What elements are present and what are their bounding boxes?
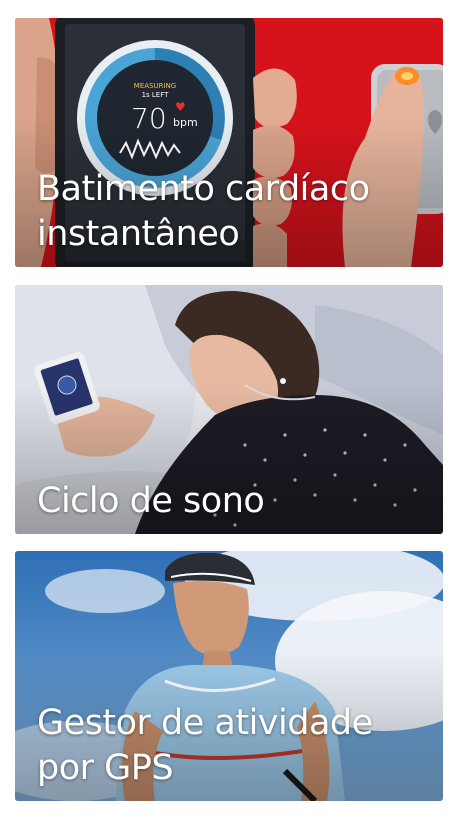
feature-list: MEASURING 1s LEFT 70 ♥ bpm Batimento car… <box>0 0 460 818</box>
title-line-2: por GPS <box>37 748 174 788</box>
title-line-2: instantâneo <box>37 214 240 254</box>
card-title-sleep-cycle: Ciclo de sono <box>37 479 429 524</box>
feature-card-gps-tracker[interactable]: Gestor de atividade por GPS <box>15 551 443 801</box>
meter-status: MEASURING <box>133 82 177 90</box>
meter-timer: 1s LEFT <box>141 91 169 99</box>
feature-card-sleep-cycle[interactable]: Ciclo de sono <box>15 285 443 534</box>
card-title-heart-rate: Batimento cardíaco instantâneo <box>37 167 429 257</box>
title-line-1: Gestor de atividade <box>37 703 373 743</box>
feature-card-heart-rate[interactable]: MEASURING 1s LEFT 70 ♥ bpm Batimento car… <box>15 18 443 267</box>
title-line-1: Ciclo de sono <box>37 481 265 521</box>
card-title-gps-tracker: Gestor de atividade por GPS <box>37 701 429 791</box>
title-line-1: Batimento cardíaco <box>37 169 370 209</box>
heart-icon: ♥ <box>175 100 186 114</box>
